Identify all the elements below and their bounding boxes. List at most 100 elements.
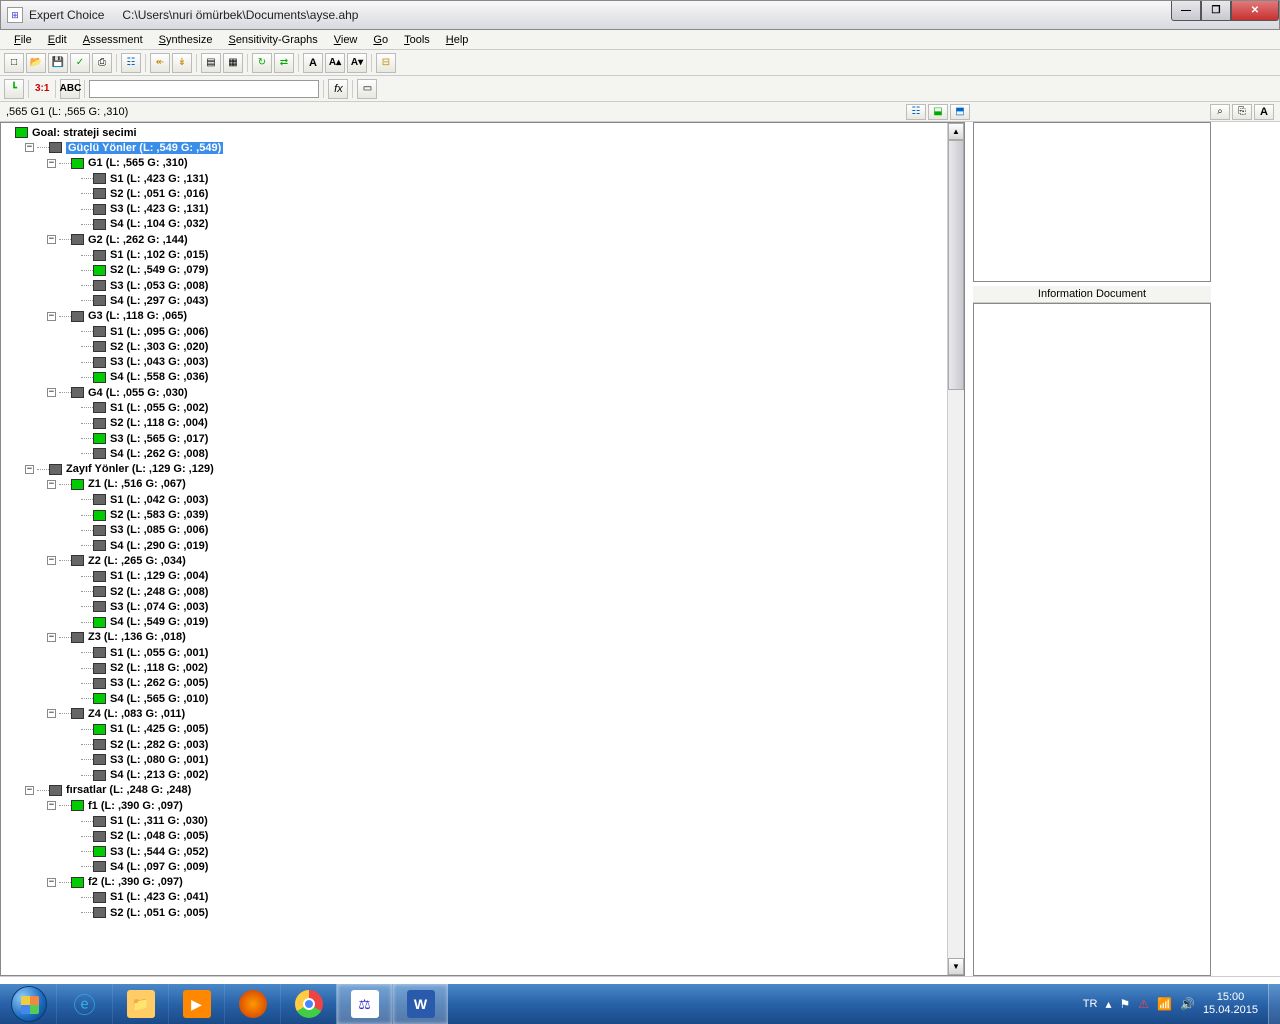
info-find-icon[interactable]: ⌕ [1210, 104, 1230, 120]
font-increase-icon[interactable]: A▴ [325, 53, 345, 73]
expander-icon[interactable]: − [47, 388, 56, 397]
expand-icon[interactable]: ⬓ [928, 104, 948, 120]
tree-node[interactable]: S4 (L: ,565 G: ,010) [3, 691, 964, 706]
menu-view[interactable]: View [328, 32, 364, 48]
save-icon[interactable]: 💾 [48, 53, 68, 73]
tree-node[interactable]: S1 (L: ,311 G: ,030) [3, 813, 964, 828]
tree-node[interactable]: −Z2 (L: ,265 G: ,034) [3, 553, 964, 568]
tree-icon[interactable]: ☷ [121, 53, 141, 73]
sync-icon[interactable]: ⇄ [274, 53, 294, 73]
scroll-down-icon[interactable]: ▼ [948, 958, 964, 975]
new-icon[interactable]: □ [4, 53, 24, 73]
tree-node[interactable]: −f1 (L: ,390 G: ,097) [3, 798, 964, 813]
taskbar-expertchoice[interactable]: ⚖ [336, 984, 392, 1024]
tree-node[interactable]: Goal: strateji secimi [3, 125, 964, 140]
tree-node[interactable]: S4 (L: ,549 G: ,019) [3, 615, 964, 630]
tree-node[interactable]: −G2 (L: ,262 G: ,144) [3, 232, 964, 247]
expander-icon[interactable]: − [25, 786, 34, 795]
menu-file[interactable]: File [8, 32, 38, 48]
formula-input[interactable] [89, 80, 319, 98]
abc-icon[interactable]: ABC [60, 79, 80, 99]
tree-node[interactable]: S2 (L: ,118 G: ,002) [3, 660, 964, 675]
expander-icon[interactable]: − [47, 556, 56, 565]
tree-node[interactable]: S2 (L: ,248 G: ,008) [3, 584, 964, 599]
tree-node[interactable]: S1 (L: ,423 G: ,131) [3, 171, 964, 186]
font-decrease-icon[interactable]: A▾ [347, 53, 367, 73]
taskbar-firefox[interactable] [224, 984, 280, 1024]
expander-icon[interactable]: − [47, 480, 56, 489]
taskbar-media[interactable]: ▶ [168, 984, 224, 1024]
tree-node[interactable]: S3 (L: ,074 G: ,003) [3, 599, 964, 614]
expander-icon[interactable]: − [47, 312, 56, 321]
minimize-button[interactable]: — [1171, 1, 1201, 21]
expander-icon[interactable]: − [47, 709, 56, 718]
taskbar-word[interactable]: W [392, 984, 448, 1024]
tree-node[interactable]: S4 (L: ,297 G: ,043) [3, 293, 964, 308]
tree-node[interactable]: S4 (L: ,097 G: ,009) [3, 859, 964, 874]
scroll-thumb[interactable] [948, 140, 964, 390]
print-icon[interactable]: ⎙ [92, 53, 112, 73]
scroll-up-icon[interactable]: ▲ [948, 123, 964, 140]
tree-node[interactable]: S2 (L: ,549 G: ,079) [3, 263, 964, 278]
tray-volume-icon[interactable]: 🔊 [1180, 997, 1195, 1011]
expander-icon[interactable]: − [25, 143, 34, 152]
tree-node[interactable]: S1 (L: ,102 G: ,015) [3, 247, 964, 262]
tray-flag-icon[interactable]: ⚑ [1120, 997, 1131, 1011]
tree-node[interactable]: S2 (L: ,048 G: ,005) [3, 829, 964, 844]
tree-node[interactable]: S3 (L: ,423 G: ,131) [3, 201, 964, 216]
expander-icon[interactable]: − [47, 159, 56, 168]
tree-node[interactable]: S4 (L: ,213 G: ,002) [3, 767, 964, 782]
menu-sensitivity-graphs[interactable]: Sensitivity-Graphs [222, 32, 323, 48]
info-copy-icon[interactable]: ⎘ [1232, 104, 1252, 120]
expander-icon[interactable]: − [47, 801, 56, 810]
tree-node[interactable]: S3 (L: ,544 G: ,052) [3, 844, 964, 859]
tree-node[interactable]: S4 (L: ,558 G: ,036) [3, 370, 964, 385]
expander-icon[interactable]: − [47, 878, 56, 887]
tree-node[interactable]: S2 (L: ,051 G: ,016) [3, 186, 964, 201]
bold-icon[interactable]: A [303, 53, 323, 73]
tree-node[interactable]: S1 (L: ,055 G: ,002) [3, 400, 964, 415]
menu-help[interactable]: Help [440, 32, 475, 48]
tree-node[interactable]: −Zayıf Yönler (L: ,129 G: ,129) [3, 462, 964, 477]
doc1-icon[interactable]: ▤ [201, 53, 221, 73]
menu-go[interactable]: Go [367, 32, 394, 48]
group-icon[interactable]: ⊟ [376, 53, 396, 73]
tray-action-icon[interactable]: ⚠ [1138, 997, 1149, 1011]
tree-view-icon[interactable]: ☷ [906, 104, 926, 120]
taskbar-chrome[interactable] [280, 984, 336, 1024]
fx-icon[interactable]: fx [328, 79, 348, 99]
start-button[interactable] [2, 984, 56, 1024]
expander-icon[interactable]: − [25, 465, 34, 474]
tree-node[interactable]: S1 (L: ,425 G: ,005) [3, 722, 964, 737]
tree-node[interactable]: S4 (L: ,290 G: ,019) [3, 538, 964, 553]
tray-lang[interactable]: TR [1083, 998, 1098, 1010]
show-desktop-button[interactable] [1268, 984, 1280, 1024]
expander-icon[interactable]: − [47, 633, 56, 642]
refresh-icon[interactable]: ↻ [252, 53, 272, 73]
collapse-icon[interactable]: ⬒ [950, 104, 970, 120]
menu-assessment[interactable]: Assessment [77, 32, 149, 48]
tree-node[interactable]: S3 (L: ,053 G: ,008) [3, 278, 964, 293]
tree-node[interactable]: S3 (L: ,565 G: ,017) [3, 431, 964, 446]
tray-network-icon[interactable]: 📶 [1157, 997, 1172, 1011]
tree-node[interactable]: S2 (L: ,118 G: ,004) [3, 416, 964, 431]
tree-node[interactable]: −Z4 (L: ,083 G: ,011) [3, 706, 964, 721]
tree-node[interactable]: −G1 (L: ,565 G: ,310) [3, 156, 964, 171]
vertical-scrollbar[interactable]: ▲ ▼ [947, 123, 964, 975]
tree-node[interactable]: −G4 (L: ,055 G: ,030) [3, 385, 964, 400]
tree-node[interactable]: S3 (L: ,043 G: ,003) [3, 354, 964, 369]
tree-node[interactable]: S1 (L: ,042 G: ,003) [3, 492, 964, 507]
info-a-icon[interactable]: A [1254, 104, 1274, 120]
taskbar-ie[interactable]: ⓔ [56, 984, 112, 1024]
tree-node[interactable]: −fırsatlar (L: ,248 G: ,248) [3, 783, 964, 798]
tree-node[interactable]: S4 (L: ,262 G: ,008) [3, 446, 964, 461]
tree-node[interactable]: S4 (L: ,104 G: ,032) [3, 217, 964, 232]
open-icon[interactable]: 📂 [26, 53, 46, 73]
tree-node[interactable]: S1 (L: ,095 G: ,006) [3, 324, 964, 339]
menu-edit[interactable]: Edit [42, 32, 73, 48]
tree-node[interactable]: −Z1 (L: ,516 G: ,067) [3, 477, 964, 492]
tree-node[interactable]: S1 (L: ,423 G: ,041) [3, 890, 964, 905]
doc2-icon[interactable]: ▦ [223, 53, 243, 73]
taskbar-explorer[interactable]: 📁 [112, 984, 168, 1024]
tree-node[interactable]: −f2 (L: ,390 G: ,097) [3, 875, 964, 890]
